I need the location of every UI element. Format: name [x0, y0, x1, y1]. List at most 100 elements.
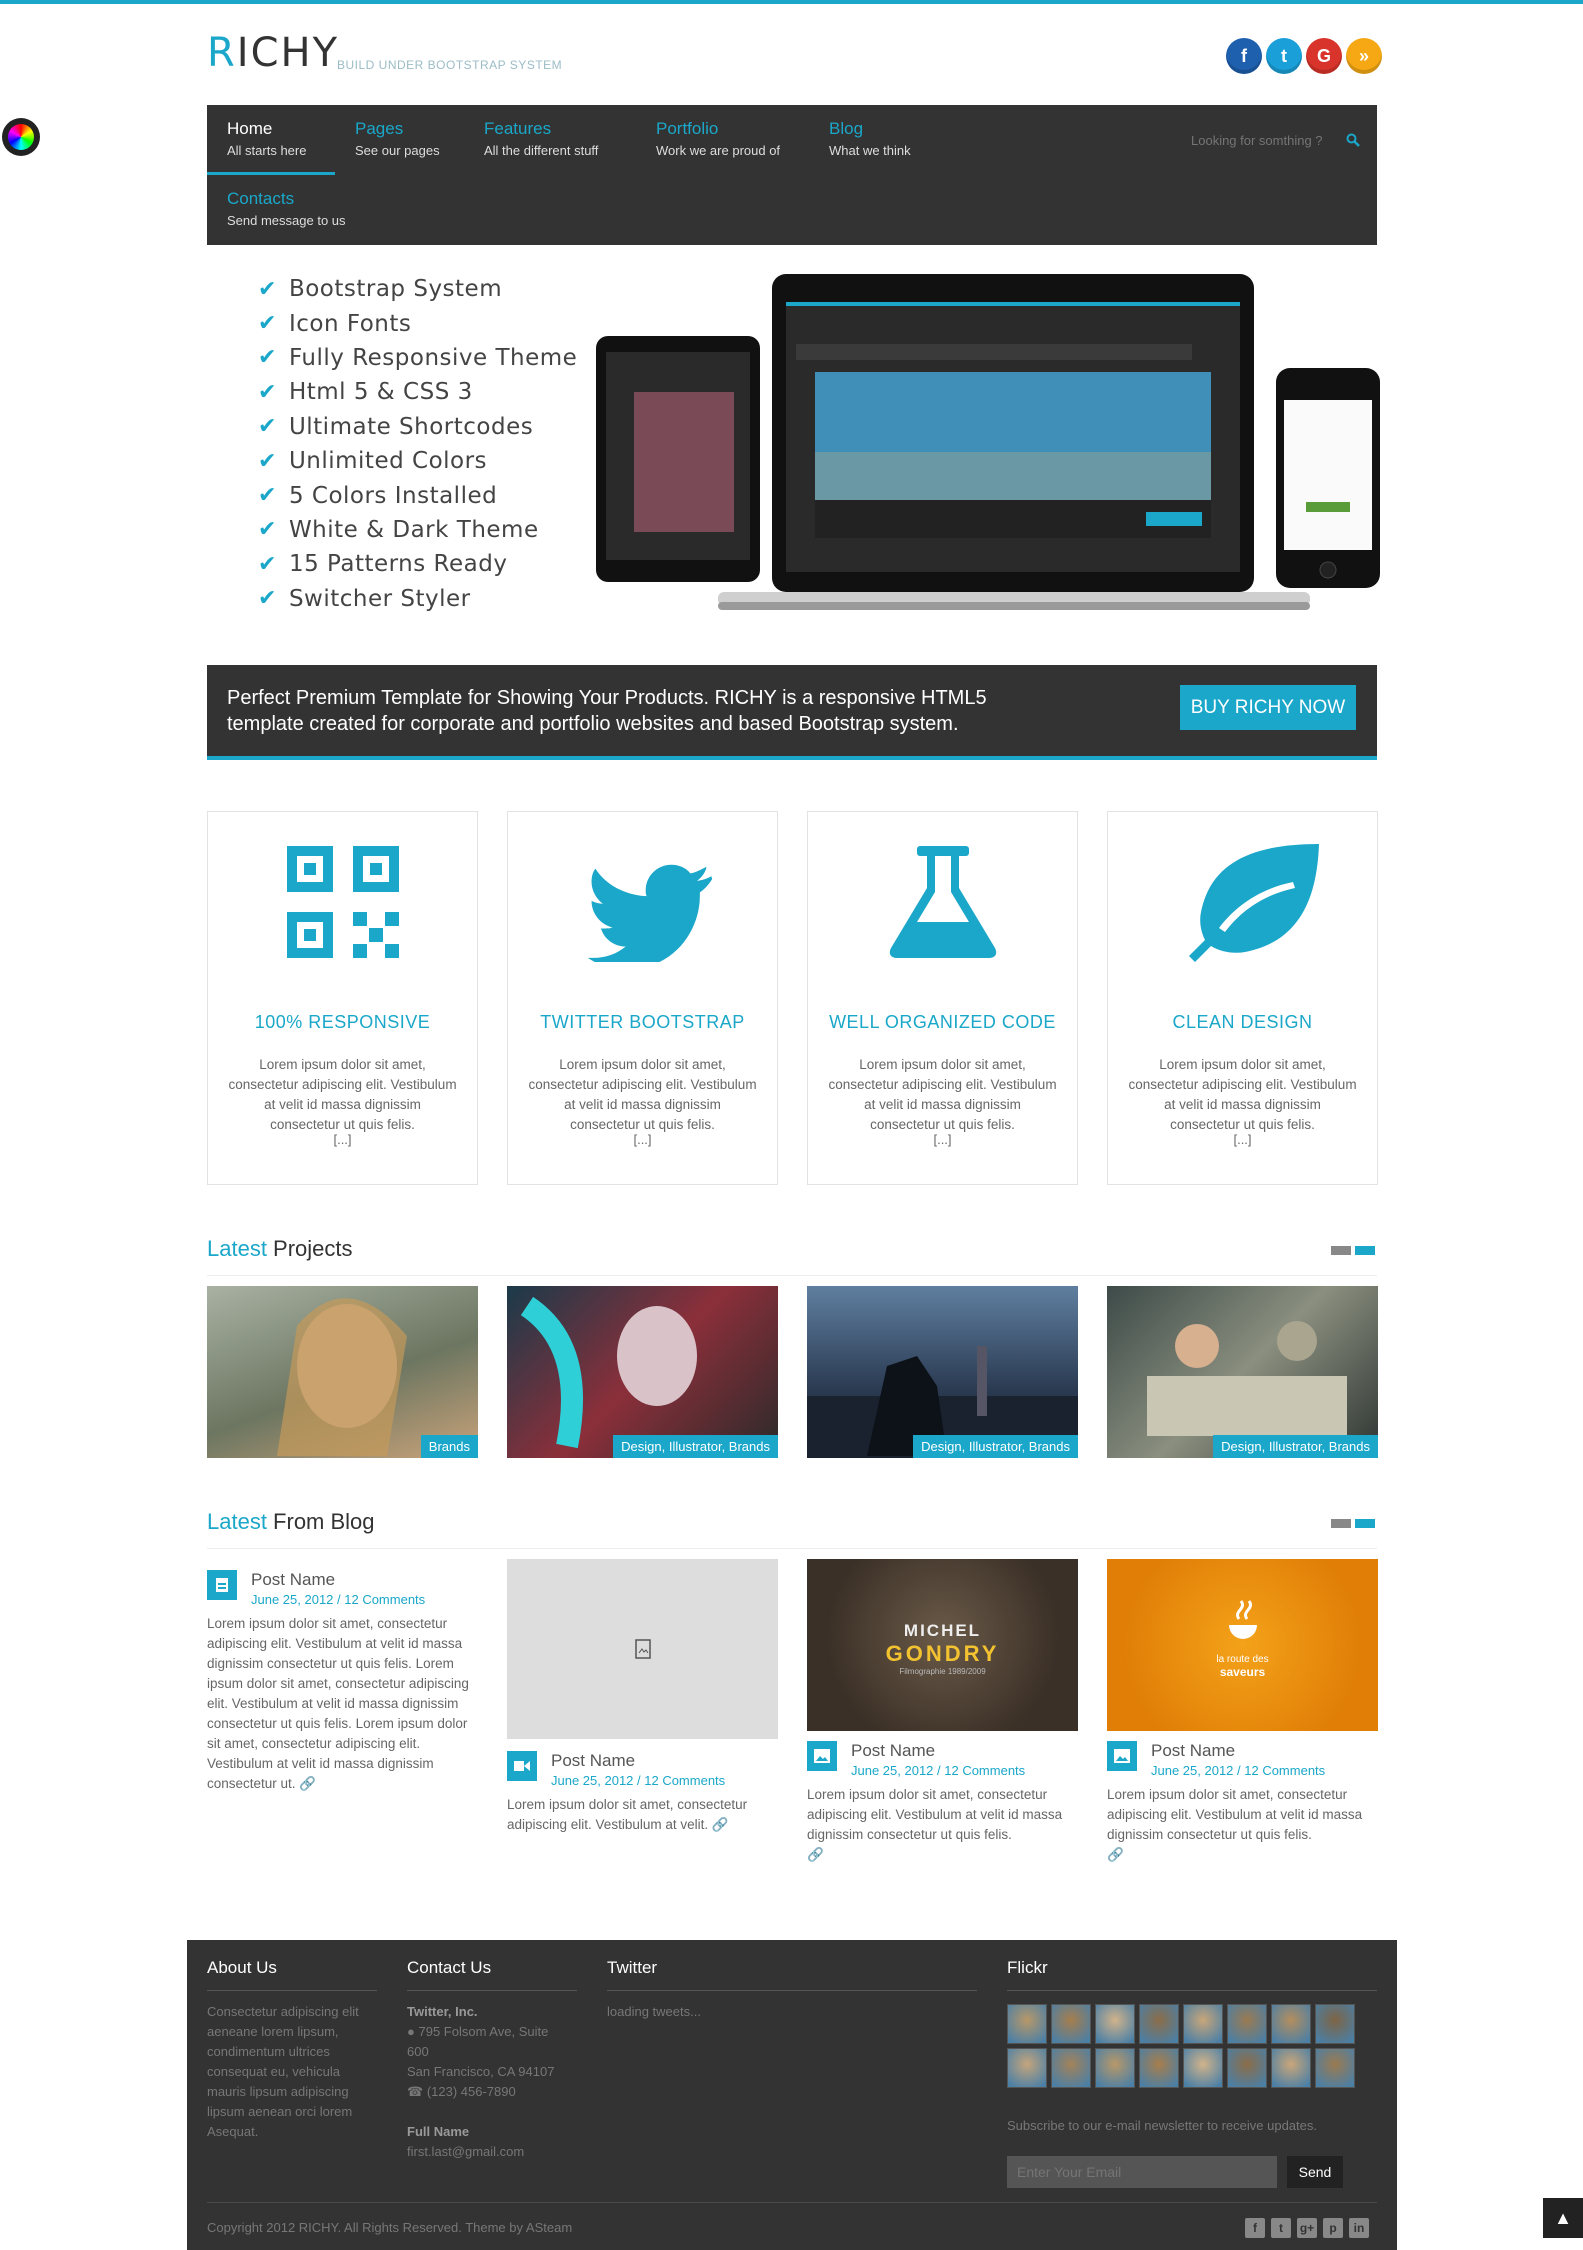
- contact-phone: (123) 456-7890: [426, 2084, 516, 2099]
- header-social-links: f t G»: [1226, 38, 1382, 74]
- flickr-thumb[interactable]: [1095, 2048, 1135, 2088]
- facebook-icon[interactable]: f: [1226, 38, 1262, 74]
- project-thumb[interactable]: Brands: [207, 1286, 478, 1458]
- post-image[interactable]: MICHEL GONDRY Filmographie 1989/2009: [807, 1559, 1078, 1731]
- feature-title[interactable]: TWITTER BOOTSTRAP: [508, 1012, 777, 1033]
- footer-social-icon[interactable]: in: [1349, 2218, 1369, 2238]
- feature-title[interactable]: 100% RESPONSIVE: [208, 1012, 477, 1033]
- post-meta[interactable]: June 25, 2012 / 12 Comments: [251, 1592, 425, 1607]
- flickr-thumb[interactable]: [1007, 2004, 1047, 2044]
- post-image[interactable]: la route des saveurs: [1107, 1559, 1378, 1731]
- flickr-thumb[interactable]: [1315, 2004, 1355, 2044]
- carousel-pager[interactable]: [1331, 1246, 1375, 1255]
- nav-item-pages[interactable]: Pages See our pages: [335, 105, 460, 175]
- flickr-thumb[interactable]: [1183, 2048, 1223, 2088]
- footer-social-icon[interactable]: p: [1323, 2218, 1343, 2238]
- link-icon[interactable]: 🔗: [807, 1847, 824, 1862]
- post-meta[interactable]: June 25, 2012 / 12 Comments: [851, 1763, 1025, 1778]
- rss-icon[interactable]: »: [1346, 38, 1382, 74]
- flickr-thumb[interactable]: [1051, 2048, 1091, 2088]
- feature-title[interactable]: WELL ORGANIZED CODE: [808, 1012, 1077, 1033]
- feature-list-label: Icon Fonts: [288, 310, 412, 337]
- site-logo[interactable]: RICHY: [207, 30, 339, 76]
- back-to-top-button[interactable]: ▲: [1543, 2198, 1583, 2238]
- project-tag[interactable]: Design, Illustrator, Brands: [613, 1435, 778, 1458]
- flickr-thumb[interactable]: [1271, 2004, 1311, 2044]
- feature-box: TWITTER BOOTSTRAP Lorem ipsum dolor sit …: [507, 811, 778, 1185]
- flickr-thumb[interactable]: [1227, 2048, 1267, 2088]
- flickr-thumb[interactable]: [1051, 2004, 1091, 2044]
- post-title[interactable]: Post Name: [551, 1751, 635, 1771]
- read-more-link[interactable]: [...]: [1108, 1132, 1377, 1147]
- contact-address: 795 Folsom Ave, Suite 600: [407, 2024, 549, 2059]
- newsletter-send-button[interactable]: Send: [1287, 2156, 1343, 2188]
- link-icon[interactable]: 🔗: [712, 1817, 729, 1832]
- nav-item-blog[interactable]: Blog What we think: [809, 105, 931, 175]
- post-title[interactable]: Post Name: [251, 1570, 335, 1590]
- buy-now-button[interactable]: BUY RICHY NOW: [1180, 685, 1356, 730]
- post-meta[interactable]: June 25, 2012 / 12 Comments: [1151, 1763, 1325, 1778]
- pager-next[interactable]: [1355, 1519, 1375, 1528]
- nav-item-features[interactable]: Features All the different stuff: [464, 105, 618, 175]
- read-more-link[interactable]: [...]: [208, 1132, 477, 1147]
- feature-list-label: Fully Responsive Theme: [288, 344, 578, 371]
- newsletter-email-input[interactable]: [1007, 2156, 1277, 2188]
- link-icon[interactable]: 🔗: [299, 1776, 316, 1791]
- read-more-link[interactable]: [...]: [508, 1132, 777, 1147]
- nav-item-portfolio[interactable]: Portfolio Work we are proud of: [636, 105, 800, 175]
- qr-code-icon: [287, 846, 399, 958]
- flickr-thumb[interactable]: [1095, 2004, 1135, 2044]
- footer-social-icon[interactable]: f: [1245, 2218, 1265, 2238]
- pager-prev[interactable]: [1331, 1519, 1351, 1528]
- flickr-thumb[interactable]: [1139, 2004, 1179, 2044]
- pager-prev[interactable]: [1331, 1246, 1351, 1255]
- project-tag[interactable]: Brands: [420, 1435, 478, 1458]
- feature-text: Lorem ipsum dolor sit amet, consectetur …: [828, 1057, 1057, 1132]
- flickr-thumb[interactable]: [1183, 2004, 1223, 2044]
- promo-text: Perfect Premium Template for Showing You…: [227, 687, 987, 735]
- project-thumb[interactable]: Design, Illustrator, Brands: [1107, 1286, 1378, 1458]
- feature-list-label: Ultimate Shortcodes: [288, 413, 534, 440]
- flickr-thumb[interactable]: [1139, 2048, 1179, 2088]
- post-meta[interactable]: June 25, 2012 / 12 Comments: [551, 1773, 725, 1788]
- check-icon: ✔: [258, 311, 277, 337]
- project-thumb[interactable]: Design, Illustrator, Brands: [807, 1286, 1078, 1458]
- project-tag[interactable]: Design, Illustrator, Brands: [913, 1435, 1078, 1458]
- feature-title[interactable]: CLEAN DESIGN: [1108, 1012, 1377, 1033]
- search-input[interactable]: [1179, 125, 1369, 155]
- twitter-icon[interactable]: t: [1266, 38, 1302, 74]
- carousel-pager[interactable]: [1331, 1519, 1375, 1528]
- flickr-thumb[interactable]: [1271, 2048, 1311, 2088]
- flickr-thumb[interactable]: [1007, 2048, 1047, 2088]
- blog-section-header: Latest From Blog: [207, 1509, 1377, 1549]
- section-title: Latest From Blog: [207, 1509, 375, 1534]
- flickr-thumb[interactable]: [1315, 2048, 1355, 2088]
- feature-list-item: ✔ 15 Patterns Ready: [258, 547, 577, 581]
- check-icon: ✔: [258, 345, 277, 371]
- nav-item-contacts[interactable]: Contacts Send message to us: [207, 175, 366, 245]
- hero-feature-list: ✔ Bootstrap System ✔ Icon Fonts ✔ Fully Respo…: [258, 272, 577, 616]
- search-icon[interactable]: [1346, 133, 1360, 147]
- project-tag[interactable]: Design, Illustrator, Brands: [1213, 1435, 1378, 1458]
- check-icon: ✔: [258, 379, 277, 405]
- pager-next[interactable]: [1355, 1246, 1375, 1255]
- flickr-thumb[interactable]: [1227, 2004, 1267, 2044]
- footer-social-icon[interactable]: t: [1271, 2218, 1291, 2238]
- color-switcher-icon[interactable]: [2, 118, 40, 156]
- feature-list-label: Html 5 & CSS 3: [288, 379, 473, 406]
- project-thumb[interactable]: Design, Illustrator, Brands: [507, 1286, 778, 1458]
- projects-section-header: Latest Projects: [207, 1236, 1377, 1276]
- read-more-link[interactable]: [...]: [808, 1132, 1077, 1147]
- post-title[interactable]: Post Name: [851, 1741, 935, 1761]
- image-caption: saveurs: [1219, 1665, 1266, 1679]
- link-icon[interactable]: 🔗: [1107, 1847, 1124, 1862]
- post-title[interactable]: Post Name: [1151, 1741, 1235, 1761]
- contact-email[interactable]: first.last@gmail.com: [407, 2142, 567, 2162]
- footer-divider: [207, 2202, 1377, 2203]
- feature-list-label: White & Dark Theme: [288, 516, 539, 543]
- feature-list-label: Switcher Styler: [288, 585, 471, 612]
- footer-social-icon[interactable]: g+: [1297, 2218, 1317, 2238]
- nav-item-home[interactable]: Home All starts here: [207, 105, 335, 175]
- post-image-placeholder[interactable]: [507, 1559, 778, 1739]
- google-plus-icon[interactable]: G: [1306, 38, 1342, 74]
